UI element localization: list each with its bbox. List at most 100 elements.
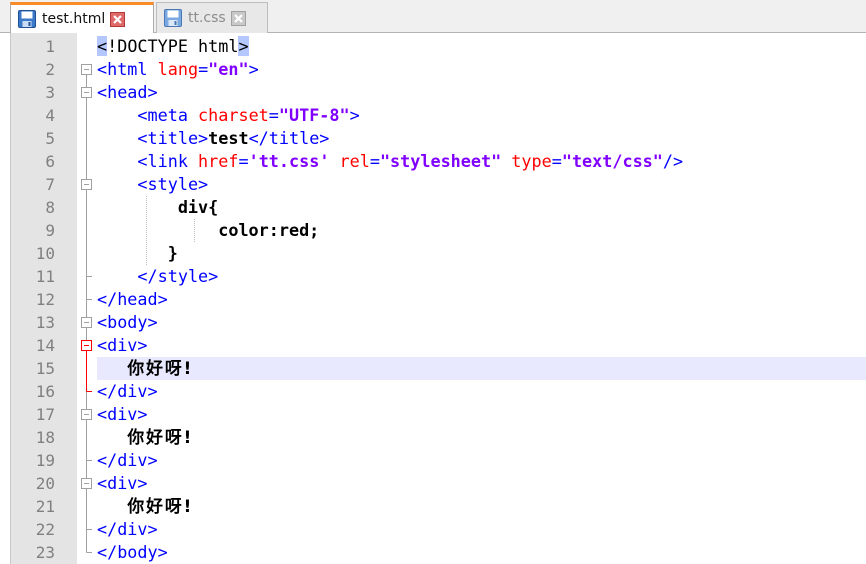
code-token: > (349, 105, 360, 125)
code-text: div{ (97, 196, 218, 219)
code-token: div{ (177, 197, 219, 217)
code-token: <body> (97, 312, 158, 332)
line-number: 15 (35, 359, 55, 378)
line-number: 12 (35, 290, 55, 309)
fold-markers (81, 64, 92, 553)
text-content: 你好呀! (127, 358, 194, 378)
current-line-highlight (97, 357, 866, 380)
code-text: <html lang="en"> (97, 58, 259, 81)
tab-label: test.html (42, 11, 106, 27)
code-line[interactable]: 21 你好呀! (0, 495, 866, 518)
code-token: = (198, 59, 209, 79)
code-line[interactable]: 13 <body> (0, 311, 866, 334)
code-token: = (238, 151, 249, 171)
code-token: color:red; (218, 220, 320, 240)
line-number: 3 (45, 83, 55, 102)
code-text: </body> (97, 541, 168, 564)
line-number: 17 (35, 405, 55, 424)
code-line[interactable]: 14 <div> (0, 334, 866, 357)
code-text: </div> (97, 518, 158, 541)
code-line[interactable]: 6 <link href='tt.css' rel="stylesheet" t… (0, 150, 866, 173)
code-token: "UTF-8" (278, 105, 350, 125)
close-icon[interactable] (230, 10, 246, 26)
code-token: <style> (137, 174, 209, 194)
code-token: test (208, 128, 249, 148)
code-line[interactable]: 20 <div> (0, 472, 866, 495)
code-line[interactable]: 22 </div> (0, 518, 866, 541)
code-token: "text/css" (561, 151, 663, 171)
code-line[interactable]: 4 <meta charset="UTF-8"> (0, 104, 866, 127)
code-text: <head> (97, 81, 158, 104)
code-text: <!DOCTYPE html> (97, 35, 249, 58)
code-token: lang (147, 59, 199, 79)
line-number: 13 (35, 313, 55, 332)
save-icon (18, 10, 36, 28)
code-text: color:red; (97, 219, 319, 242)
code-token: /> (662, 151, 684, 171)
line-number: 22 (35, 520, 55, 539)
code-line[interactable]: 16 </div> (0, 380, 866, 403)
code-line[interactable]: 15 你好呀! (0, 357, 866, 380)
code-token: } (167, 243, 178, 263)
code-token: <html (97, 59, 148, 79)
code-token: = (268, 105, 279, 125)
code-token: > (248, 59, 259, 79)
code-text: <style> (97, 173, 208, 196)
code-text: </head> (97, 288, 168, 311)
line-number: 10 (35, 244, 55, 263)
code-line[interactable]: 10 } (0, 242, 866, 265)
code-token: charset (187, 105, 269, 125)
code-token: </div> (97, 450, 158, 470)
code-token: "stylesheet" (379, 151, 502, 171)
code-line[interactable]: 3 <head> (0, 81, 866, 104)
code-token: <div> (97, 473, 148, 493)
code-text: 你好呀! (97, 495, 193, 518)
indent-guide (194, 219, 195, 242)
code-token: <div> (97, 404, 148, 424)
code-token: </head> (97, 289, 168, 309)
line-number: 20 (35, 474, 55, 493)
code-text: </div> (97, 380, 158, 403)
tab-tt-css[interactable]: tt.css (156, 2, 268, 33)
code-token: href (187, 151, 239, 171)
code-token: <meta (137, 105, 188, 125)
tab-test-html[interactable]: test.html (10, 2, 154, 33)
code-line[interactable]: 2 <html lang="en"> (0, 58, 866, 81)
code-line[interactable]: 5 <title>test</title> (0, 127, 866, 150)
close-icon[interactable] (110, 11, 126, 27)
code-line[interactable]: 1 <!DOCTYPE html> (0, 35, 866, 58)
line-number: 14 (35, 336, 55, 355)
save-icon (164, 9, 182, 27)
code-text: <div> (97, 403, 148, 426)
line-number: 6 (45, 152, 55, 171)
code-line[interactable]: 8 div{ (0, 196, 866, 219)
code-token: </div> (97, 519, 158, 539)
code-line[interactable]: 18 你好呀! (0, 426, 866, 449)
code-text: <body> (97, 311, 158, 334)
text-content: 你好呀! (127, 427, 194, 447)
line-number: 8 (45, 198, 55, 217)
code-token: <div> (97, 335, 148, 355)
line-number: 23 (35, 543, 55, 562)
line-number: 21 (35, 497, 55, 516)
code-line[interactable]: 23 </body> (0, 541, 866, 564)
code-line[interactable]: 12 </head> (0, 288, 866, 311)
line-number: 7 (45, 175, 55, 194)
code-line[interactable]: 11 </style> (0, 265, 866, 288)
code-line[interactable]: 7 <style> (0, 173, 866, 196)
code-line[interactable]: 9 color:red; (0, 219, 866, 242)
code-editor[interactable]: 1 <!DOCTYPE html> 2 <html lang="en"> 3 <head>… (0, 33, 866, 564)
code-text: <title>test</title> (97, 127, 329, 150)
code-token: type (501, 151, 552, 171)
code-text: } (97, 242, 178, 265)
line-number: 9 (45, 221, 55, 240)
code-line[interactable]: 19 </div> (0, 449, 866, 472)
code-line[interactable]: 17 <div> (0, 403, 866, 426)
code-token: 'tt.css' (248, 151, 330, 171)
